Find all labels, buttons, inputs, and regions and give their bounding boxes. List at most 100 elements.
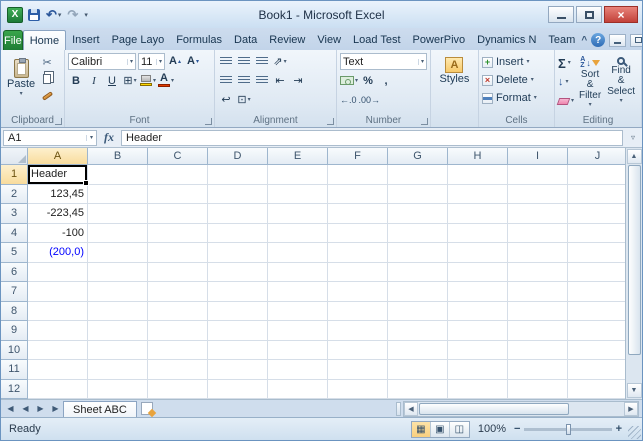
align-top-button[interactable] (218, 54, 234, 70)
close-button[interactable]: × (604, 6, 638, 23)
horizontal-scrollbar[interactable]: ◀ ▶ (403, 401, 639, 417)
cell-A8[interactable] (28, 302, 88, 322)
next-sheet-button[interactable]: ▶ (33, 401, 48, 417)
ribbon-tab-page-layo[interactable]: Page Layo (106, 30, 171, 50)
cell-D9[interactable] (208, 321, 268, 341)
name-box-caret-icon[interactable]: ▾ (86, 135, 96, 141)
percent-style-button[interactable]: % (360, 73, 376, 89)
previous-sheet-button[interactable]: ◀ (18, 401, 33, 417)
row-header-9[interactable]: 9 (1, 321, 28, 341)
clear-button[interactable]: ▾ (558, 93, 574, 109)
column-header-D[interactable]: D (208, 148, 268, 165)
select-all-corner[interactable] (1, 148, 28, 165)
font-dialog-launcher-icon[interactable] (205, 118, 212, 125)
cell-G5[interactable] (388, 243, 448, 263)
row-header-10[interactable]: 10 (1, 341, 28, 361)
ribbon-tab-view[interactable]: View (311, 30, 347, 50)
cell-H11[interactable] (448, 360, 508, 380)
row-header-2[interactable]: 2 (1, 185, 28, 205)
cell-F9[interactable] (328, 321, 388, 341)
ribbon-tab-data[interactable]: Data (228, 30, 263, 50)
cell-J12[interactable] (568, 380, 625, 400)
shrink-font-button[interactable]: A▾ (185, 54, 201, 70)
ribbon-tab-formulas[interactable]: Formulas (170, 30, 228, 50)
column-header-I[interactable]: I (508, 148, 568, 165)
cell-J6[interactable] (568, 263, 625, 283)
cell-F8[interactable] (328, 302, 388, 322)
cell-A6[interactable] (28, 263, 88, 283)
ribbon-tab-powerpivo[interactable]: PowerPivo (407, 30, 472, 50)
cell-C12[interactable] (148, 380, 208, 400)
alignment-dialog-launcher-icon[interactable] (327, 118, 334, 125)
ribbon-tab-home[interactable]: Home (23, 30, 66, 50)
cell-D2[interactable] (208, 185, 268, 205)
accounting-format-button[interactable]: ▾ (340, 73, 358, 89)
ribbon-tab-review[interactable]: Review (263, 30, 311, 50)
cell-D6[interactable] (208, 263, 268, 283)
bold-button[interactable]: B (68, 73, 84, 89)
cell-G10[interactable] (388, 341, 448, 361)
ribbon-tab-team[interactable]: Team (542, 30, 581, 50)
page-break-view-button[interactable]: ◫ (450, 422, 469, 437)
workbook-minimize-button[interactable] (609, 34, 626, 47)
vertical-scroll-thumb[interactable] (628, 165, 641, 355)
cell-E7[interactable] (268, 282, 328, 302)
row-header-5[interactable]: 5 (1, 243, 28, 263)
row-header-3[interactable]: 3 (1, 204, 28, 224)
scroll-right-icon[interactable]: ▶ (624, 402, 638, 416)
decrease-decimal-button[interactable]: .00→ (358, 92, 380, 108)
cell-G1[interactable] (388, 165, 448, 185)
cell-J8[interactable] (568, 302, 625, 322)
cell-H6[interactable] (448, 263, 508, 283)
cell-I3[interactable] (508, 204, 568, 224)
autosum-button[interactable]: Σ▾ (558, 55, 574, 71)
cell-C3[interactable] (148, 204, 208, 224)
grow-font-button[interactable]: A▴ (167, 54, 183, 70)
help-icon[interactable]: ? (591, 33, 605, 47)
merge-center-button[interactable]: ⊡▾ (236, 92, 252, 108)
column-header-J[interactable]: J (568, 148, 625, 165)
cell-C1[interactable] (148, 165, 208, 185)
borders-button[interactable]: ⊞▾ (122, 73, 138, 89)
cell-E1[interactable] (268, 165, 328, 185)
tab-splitter[interactable] (396, 402, 401, 416)
cell-B12[interactable] (88, 380, 148, 400)
cell-B2[interactable] (88, 185, 148, 205)
cell-D4[interactable] (208, 224, 268, 244)
cell-B8[interactable] (88, 302, 148, 322)
fill-button[interactable]: ↓▾ (558, 74, 574, 90)
column-header-G[interactable]: G (388, 148, 448, 165)
cell-E6[interactable] (268, 263, 328, 283)
font-size-combo[interactable]: 11▾ (138, 53, 165, 70)
cell-J7[interactable] (568, 282, 625, 302)
cell-J11[interactable] (568, 360, 625, 380)
cell-J10[interactable] (568, 341, 625, 361)
cell-I5[interactable] (508, 243, 568, 263)
cell-D10[interactable] (208, 341, 268, 361)
cell-D12[interactable] (208, 380, 268, 400)
cell-C6[interactable] (148, 263, 208, 283)
copy-button[interactable] (38, 72, 56, 86)
row-header-7[interactable]: 7 (1, 282, 28, 302)
expand-formula-bar-icon[interactable]: ▿ (626, 133, 640, 142)
row-header-6[interactable]: 6 (1, 263, 28, 283)
zoom-slider-track[interactable] (524, 428, 611, 431)
cell-H3[interactable] (448, 204, 508, 224)
increase-decimal-button[interactable]: ←.0 (340, 92, 357, 108)
cell-B6[interactable] (88, 263, 148, 283)
cell-D1[interactable] (208, 165, 268, 185)
cell-D3[interactable] (208, 204, 268, 224)
cell-B4[interactable] (88, 224, 148, 244)
cell-D11[interactable] (208, 360, 268, 380)
column-header-A[interactable]: A (28, 148, 88, 165)
cell-C11[interactable] (148, 360, 208, 380)
cell-F3[interactable] (328, 204, 388, 224)
format-painter-button[interactable] (38, 89, 56, 103)
cell-F1[interactable] (328, 165, 388, 185)
decrease-indent-button[interactable]: ⇤ (272, 73, 288, 89)
column-header-C[interactable]: C (148, 148, 208, 165)
paste-button[interactable]: Paste ▾ (4, 53, 38, 103)
insert-worksheet-icon[interactable] (141, 402, 153, 415)
column-header-E[interactable]: E (268, 148, 328, 165)
maximize-button[interactable] (576, 6, 602, 23)
